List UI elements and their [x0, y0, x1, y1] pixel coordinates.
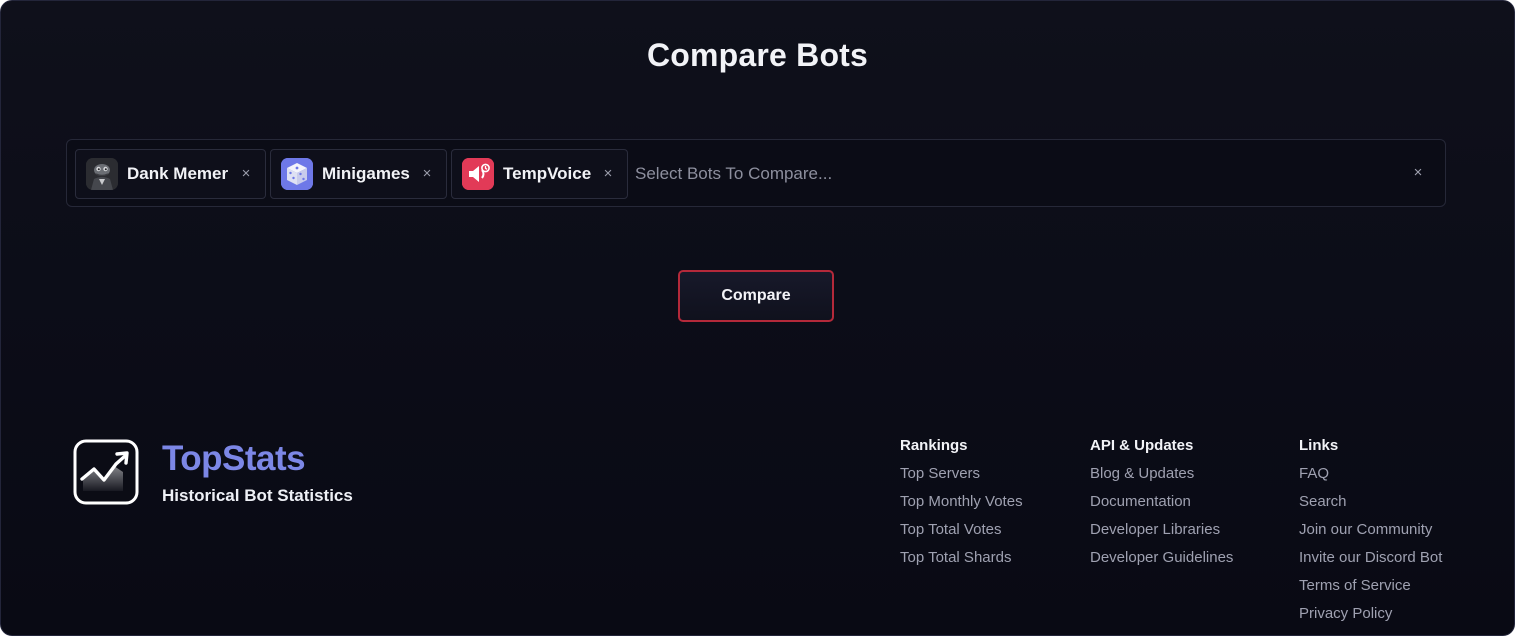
- chip-minigames: Minigames ×: [270, 149, 447, 199]
- topstats-logo-icon[interactable]: [73, 439, 139, 505]
- page-title: Compare Bots: [646, 37, 869, 73]
- chip-tempvoice: TempVoice ×: [451, 149, 628, 199]
- clear-all-icon[interactable]: ×: [1409, 163, 1427, 183]
- speaker-icon: [462, 158, 494, 190]
- bot-multiselect[interactable]: Dank Memer × Minigames × TempVoice × Sel…: [66, 139, 1446, 207]
- footer-link-developer-libraries[interactable]: Developer Libraries: [1090, 521, 1233, 539]
- brand-name[interactable]: TopStats: [162, 439, 306, 479]
- footer-heading: Links: [1299, 437, 1339, 454]
- chip-label: Minigames: [322, 164, 410, 183]
- footer-column-rankings: Rankings Top Servers Top Monthly Votes T…: [900, 437, 1023, 567]
- footer-link-top-total-votes[interactable]: Top Total Votes: [900, 521, 1023, 539]
- bot-search-input[interactable]: [635, 149, 1375, 199]
- footer-link-top-servers[interactable]: Top Servers: [900, 465, 1023, 483]
- remove-chip-icon[interactable]: ×: [237, 164, 255, 184]
- chip-dank-memer: Dank Memer ×: [75, 149, 266, 199]
- footer-link-search[interactable]: Search: [1299, 493, 1442, 511]
- brand-tagline: Historical Bot Statistics: [162, 486, 353, 505]
- footer-link-blog-updates[interactable]: Blog & Updates: [1090, 465, 1233, 483]
- app-frame: Compare Bots Dank Memer × Minigames × Te…: [0, 0, 1515, 636]
- compare-button[interactable]: Compare: [678, 270, 834, 322]
- footer-link-invite-bot[interactable]: Invite our Discord Bot: [1299, 549, 1442, 567]
- remove-chip-icon[interactable]: ×: [599, 164, 617, 184]
- footer-link-join-community[interactable]: Join our Community: [1299, 521, 1442, 539]
- footer-heading: API & Updates: [1090, 437, 1194, 454]
- footer-column-api-updates: API & Updates Blog & Updates Documentati…: [1090, 437, 1233, 567]
- footer-link-developer-guidelines[interactable]: Developer Guidelines: [1090, 549, 1233, 567]
- footer-column-links: Links FAQ Search Join our Community Invi…: [1299, 437, 1442, 623]
- remove-chip-icon[interactable]: ×: [418, 164, 436, 184]
- pepe-avatar-icon: [86, 158, 118, 190]
- footer-link-privacy[interactable]: Privacy Policy: [1299, 605, 1442, 623]
- footer-link-terms[interactable]: Terms of Service: [1299, 577, 1442, 595]
- chip-label: TempVoice: [503, 164, 592, 183]
- footer-link-top-monthly-votes[interactable]: Top Monthly Votes: [900, 493, 1023, 511]
- footer-heading: Rankings: [900, 437, 968, 454]
- chip-label: Dank Memer: [127, 164, 229, 183]
- dice-icon: [281, 158, 313, 190]
- footer-link-top-total-shards[interactable]: Top Total Shards: [900, 549, 1023, 567]
- footer-link-faq[interactable]: FAQ: [1299, 465, 1442, 483]
- footer-link-documentation[interactable]: Documentation: [1090, 493, 1233, 511]
